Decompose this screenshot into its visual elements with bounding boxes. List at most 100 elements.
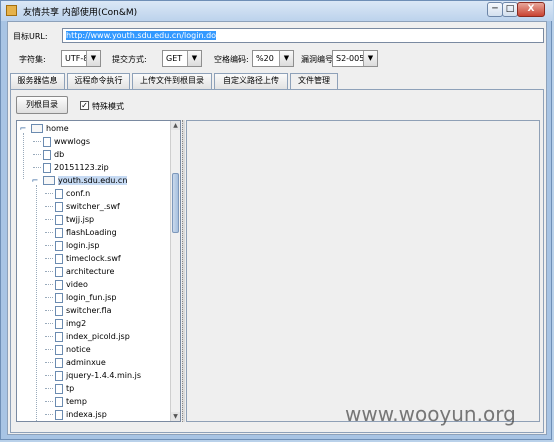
tree-file-node[interactable]: login_fun.jsp xyxy=(55,291,116,304)
file-icon xyxy=(55,318,63,329)
client-area: 目标URL: http://www.youth.sdu.edu.cn/login… xyxy=(7,21,547,435)
tree-file-node[interactable]: notice xyxy=(55,343,91,356)
window-title: 友情共享 内部使用(Con&M) xyxy=(23,8,138,18)
file-icon xyxy=(55,201,63,212)
tree-file-node[interactable]: flashLoading xyxy=(55,226,117,239)
tab-upload-root[interactable]: 上传文件到根目录 xyxy=(132,73,212,89)
tree-node-label: temp xyxy=(66,397,87,406)
tree-file-node[interactable]: conf.n xyxy=(55,187,90,200)
tree-connector xyxy=(45,206,53,207)
title-bar[interactable]: 友情共享 内部使用(Con&M) ─ □ X xyxy=(1,1,553,21)
chevron-down-icon[interactable]: ▼ xyxy=(279,51,293,66)
list-root-button[interactable]: 列根目录 xyxy=(16,96,68,114)
file-icon xyxy=(43,162,51,173)
tree-file-node[interactable]: temp xyxy=(55,395,87,408)
tree-node-label: timeclock.swf xyxy=(66,254,121,263)
minimize-button[interactable]: ─ xyxy=(487,2,503,17)
tree-file-node[interactable]: timeclock.swf xyxy=(55,252,121,265)
maximize-button[interactable]: □ xyxy=(502,2,518,17)
tree-file-node[interactable]: indexa.jsp xyxy=(55,408,107,421)
tree-node-label: switcher.fla xyxy=(66,306,112,315)
tree-connector xyxy=(45,362,53,363)
vuln-id-label: 漏洞编号: xyxy=(301,55,336,64)
tree-file-node[interactable]: tp xyxy=(55,382,74,395)
tree-node-label: login.jsp xyxy=(66,241,100,250)
vuln-id-select[interactable]: S2-005 ▼ xyxy=(332,50,378,67)
file-tree[interactable]: ▲ ▼ ⌐ home wwwlogs db 20151123.zip ⌐ youth.sdu… xyxy=(16,120,181,422)
tree-node-label: flashLoading xyxy=(66,228,117,237)
folder-icon xyxy=(43,176,55,185)
split-divider[interactable] xyxy=(182,120,185,422)
tree-file-node[interactable]: 20151123.zip xyxy=(43,161,109,174)
tree-node-label: conf.n xyxy=(66,189,91,198)
file-icon xyxy=(55,266,63,277)
tree-file-node[interactable]: video xyxy=(55,278,88,291)
tree-file-node[interactable]: img2 xyxy=(55,317,86,330)
scroll-down-icon[interactable]: ▼ xyxy=(171,412,180,421)
chevron-down-icon[interactable]: ▼ xyxy=(363,51,377,66)
tree-connector xyxy=(33,141,41,142)
charset-select[interactable]: UTF-8 ▼ xyxy=(61,50,101,67)
tree-file-node[interactable]: switcher.fla xyxy=(55,304,112,317)
tree-file-node[interactable]: architecture xyxy=(55,265,114,278)
file-icon xyxy=(55,331,63,342)
chevron-down-icon[interactable]: ▼ xyxy=(86,51,100,66)
tree-connector xyxy=(45,258,53,259)
tree-connector xyxy=(45,375,53,376)
charset-value: UTF-8 xyxy=(65,54,89,63)
tab-server-info[interactable]: 服务器信息 xyxy=(10,73,65,89)
url-input[interactable]: http://www.youth.sdu.edu.cn/login.do xyxy=(62,28,544,43)
tree-folder-node[interactable]: youth.sdu.edu.cn xyxy=(43,174,128,187)
submit-method-label: 提交方式: xyxy=(112,55,147,64)
tree-file-node[interactable]: db xyxy=(43,148,64,161)
tree-file-node[interactable]: adminxue xyxy=(55,356,106,369)
app-window: 友情共享 内部使用(Con&M) ─ □ X 目标URL: http://www… xyxy=(0,0,553,440)
tree-connector xyxy=(45,284,53,285)
tree-connector xyxy=(45,388,53,389)
special-mode-checkbox[interactable]: ✓ xyxy=(80,101,89,110)
tree-scrollbar[interactable]: ▲ ▼ xyxy=(170,121,180,421)
tree-file-node[interactable]: switcher_.swf xyxy=(55,200,120,213)
tree-node-label: indexa.jsp xyxy=(66,410,107,419)
file-icon xyxy=(55,279,63,290)
space-code-label: 空格编码: xyxy=(214,55,249,64)
tree-node-label: architecture xyxy=(66,267,115,276)
tree-file-node[interactable]: twjj.jsp xyxy=(55,213,94,226)
submit-method-select[interactable]: GET ▼ xyxy=(162,50,202,67)
tree-node-label: db xyxy=(54,150,65,159)
close-button[interactable]: X xyxy=(517,2,545,17)
tree-connector xyxy=(45,232,53,233)
tree-file-node[interactable]: wwwlogs xyxy=(43,135,90,148)
tree-file-node[interactable]: index_picold.jsp xyxy=(55,330,130,343)
tree-node-label: youth.sdu.edu.cn xyxy=(58,176,128,185)
tab-file-manager[interactable]: 文件管理 xyxy=(290,73,338,90)
file-icon xyxy=(43,149,51,160)
submit-method-value: GET xyxy=(166,54,183,63)
file-icon xyxy=(55,409,63,420)
tree-node-label: twjj.jsp xyxy=(66,215,95,224)
space-code-select[interactable]: %20 ▼ xyxy=(252,50,294,67)
app-icon xyxy=(6,5,17,16)
tree-connector xyxy=(45,297,53,298)
tab-custom-upload[interactable]: 自定义路径上传 xyxy=(214,73,288,89)
tab-remote-exec[interactable]: 远程命令执行 xyxy=(67,73,130,89)
file-icon xyxy=(55,383,63,394)
tree-toggle-icon[interactable]: ⌐ xyxy=(31,176,39,186)
file-icon xyxy=(55,240,63,251)
tree-node-label: notice xyxy=(66,345,91,354)
scroll-thumb[interactable] xyxy=(172,173,179,233)
folder-icon xyxy=(31,124,43,133)
file-manager-panel: 列根目录 ✓ 特殊模式 ▲ ▼ ⌐ home wwwlogs db 20151123.z… xyxy=(10,89,544,433)
tree-connector xyxy=(45,245,53,246)
tree-node-label: 20151123.zip xyxy=(54,163,109,172)
scroll-up-icon[interactable]: ▲ xyxy=(171,121,180,130)
tree-file-node[interactable]: jquery-1.4.4.min.js xyxy=(55,369,141,382)
file-icon xyxy=(55,227,63,238)
file-icon xyxy=(55,396,63,407)
tree-connector xyxy=(45,310,53,311)
chevron-down-icon[interactable]: ▼ xyxy=(187,51,201,66)
tree-file-node[interactable]: login.jsp xyxy=(55,239,100,252)
tree-folder-node[interactable]: home xyxy=(31,122,69,135)
tree-node-label: switcher_.swf xyxy=(66,202,120,211)
file-icon xyxy=(55,357,63,368)
